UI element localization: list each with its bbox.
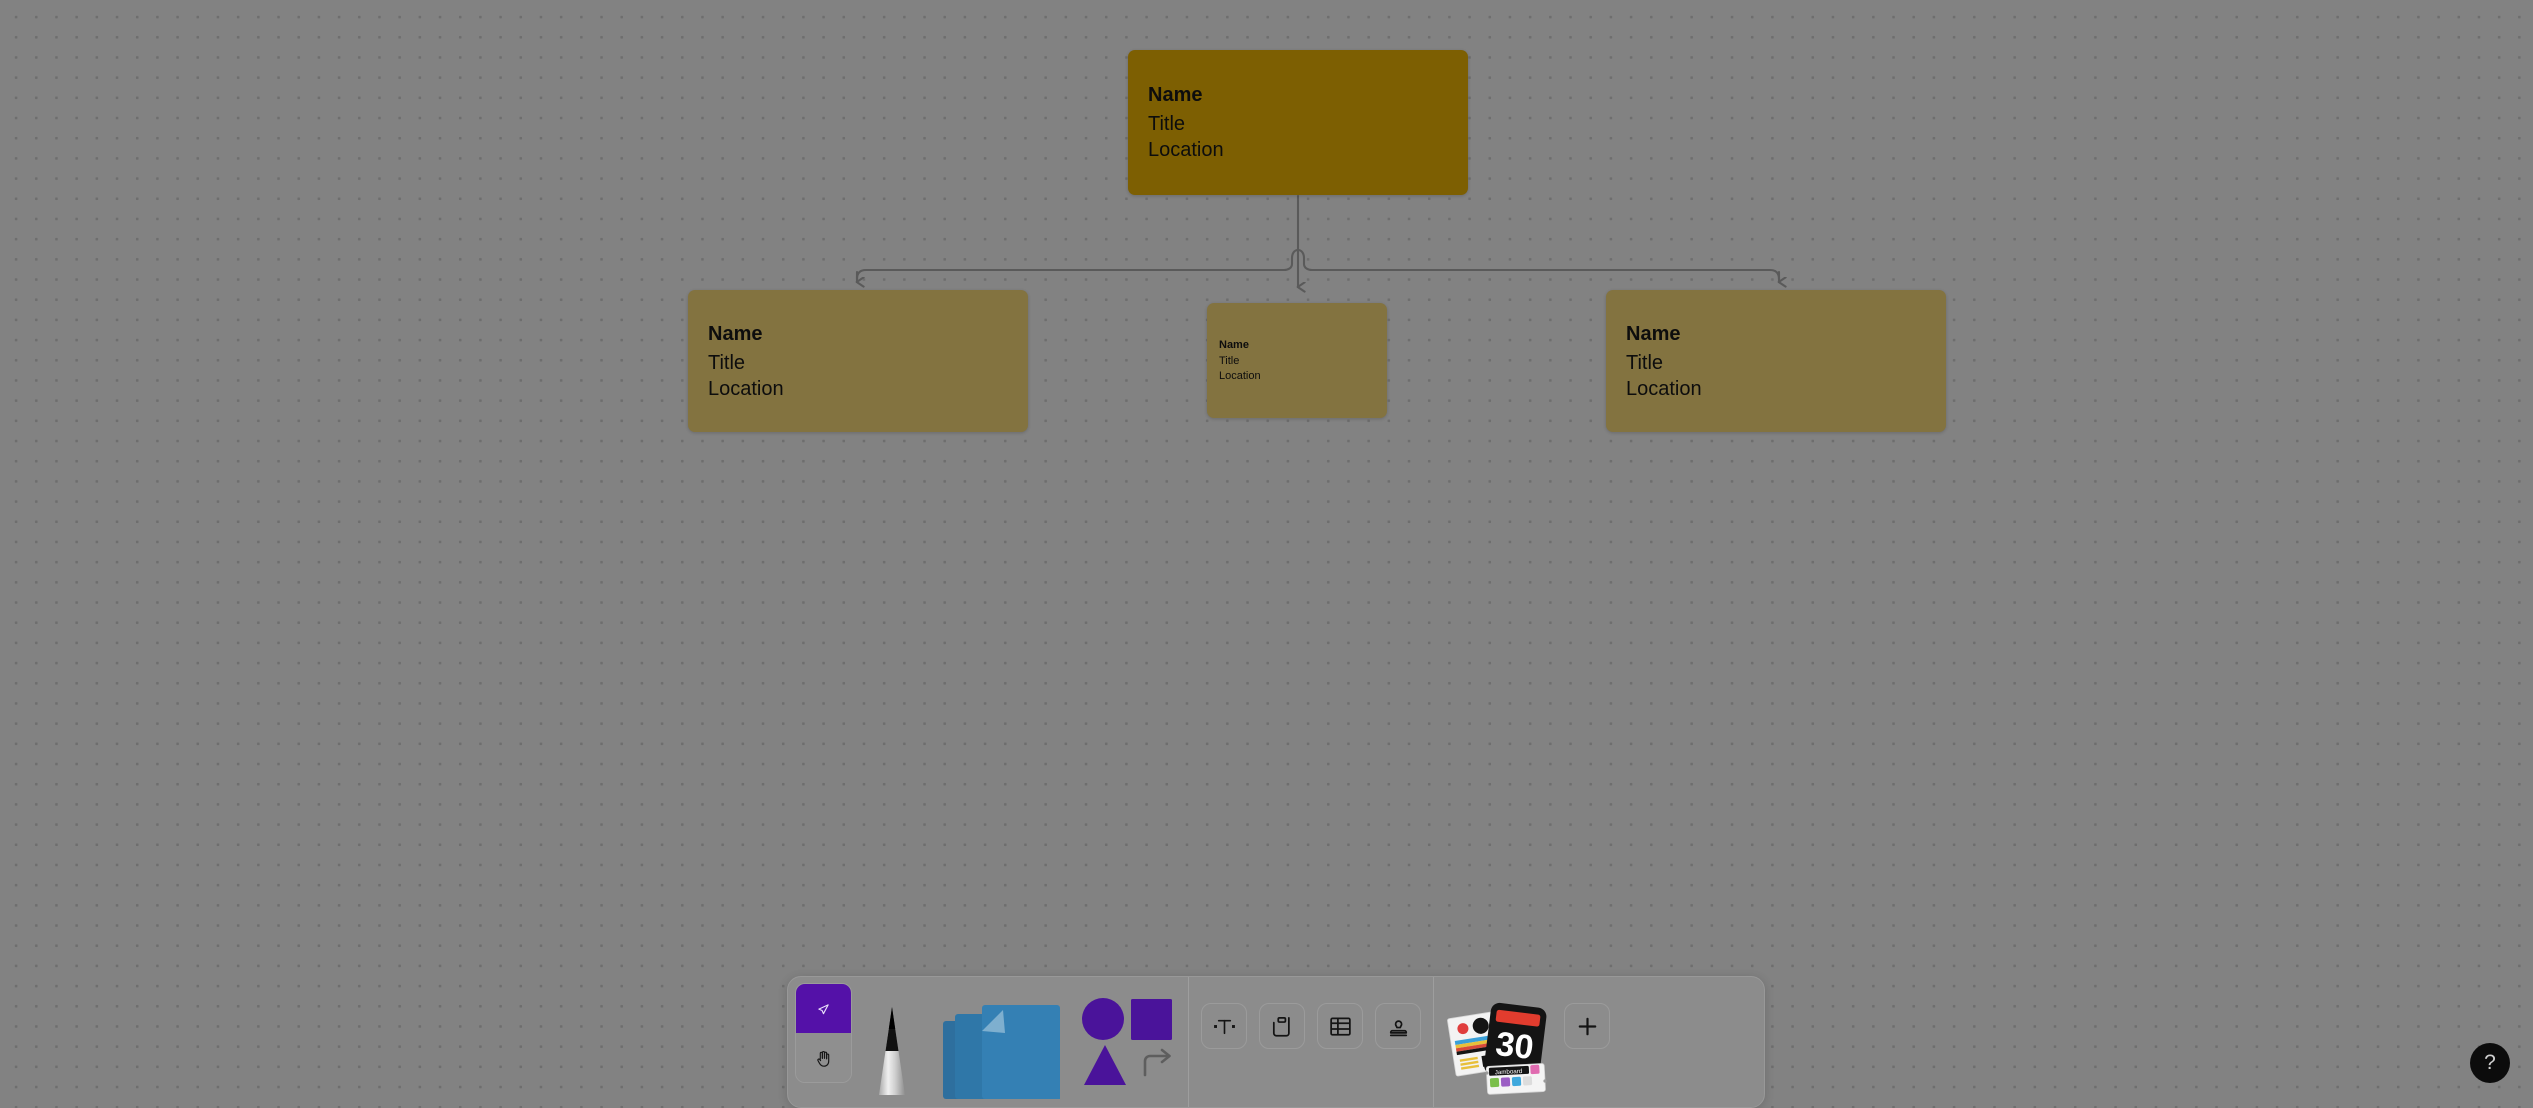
tool-table-button[interactable] [1317,1003,1363,1049]
tool-text-button[interactable] [1201,1003,1247,1049]
tool-shapes-button[interactable] [1072,977,1182,1107]
node-name: Name [1148,84,1203,106]
node-location: Location [1148,139,1224,161]
bottom-toolbar[interactable]: 30 Jamboard [787,976,1765,1108]
tool-stamp-button[interactable] [1375,1003,1421,1049]
frame-icon [1272,1016,1290,1037]
tool-add-button[interactable] [1564,1003,1610,1049]
node-title: Title [708,351,746,374]
shapes-icon [1082,998,1172,1085]
node-location: Location [1219,369,1261,382]
node-title: Title [1148,113,1186,135]
hand-icon [816,1050,829,1067]
node-name: Name [1219,339,1249,352]
select-pan-tool-group[interactable] [795,983,852,1083]
help-button[interactable]: ? [2470,1043,2510,1083]
node-title: Title [1219,355,1240,368]
tool-pen-button[interactable] [852,977,932,1107]
org-node-child-3[interactable]: Name Title Location [1606,290,1946,432]
node-name: Name [1626,322,1681,345]
node-title: Title [1626,351,1664,374]
tool-sticky-note-button[interactable] [932,977,1072,1107]
sticky-notes-icon [943,1005,1060,1099]
tool-select-button[interactable] [796,984,851,1033]
svg-text:Jamboard: Jamboard [1495,1068,1523,1076]
node-name: Name [708,322,763,345]
toolbar-divider-2 [1433,977,1434,1107]
tool-pan-button[interactable] [796,1033,851,1082]
cursor-arrow-icon [817,1003,829,1014]
node-location: Location [708,377,784,400]
org-node-root[interactable]: Name Title Location [1128,50,1468,195]
org-node-child-1[interactable]: Name Title Location [688,290,1028,432]
templates-icon: 30 Jamboard [1447,1002,1547,1095]
toolbar-divider-1 [1188,977,1189,1107]
org-node-child-2[interactable]: Name Title Location [1207,303,1387,418]
node-location: Location [1626,377,1702,400]
help-label: ? [2484,1051,2496,1074]
pencil-icon [879,1007,905,1095]
stamp-icon [1389,1019,1407,1036]
table-icon [1329,1017,1351,1036]
text-tool-icon [1213,1019,1235,1034]
tool-templates-button[interactable]: 30 Jamboard [1440,977,1558,1107]
tool-frame-button[interactable] [1259,1003,1305,1049]
plus-icon [1578,1017,1596,1035]
svg-text:30: 30 [1494,1025,1536,1067]
